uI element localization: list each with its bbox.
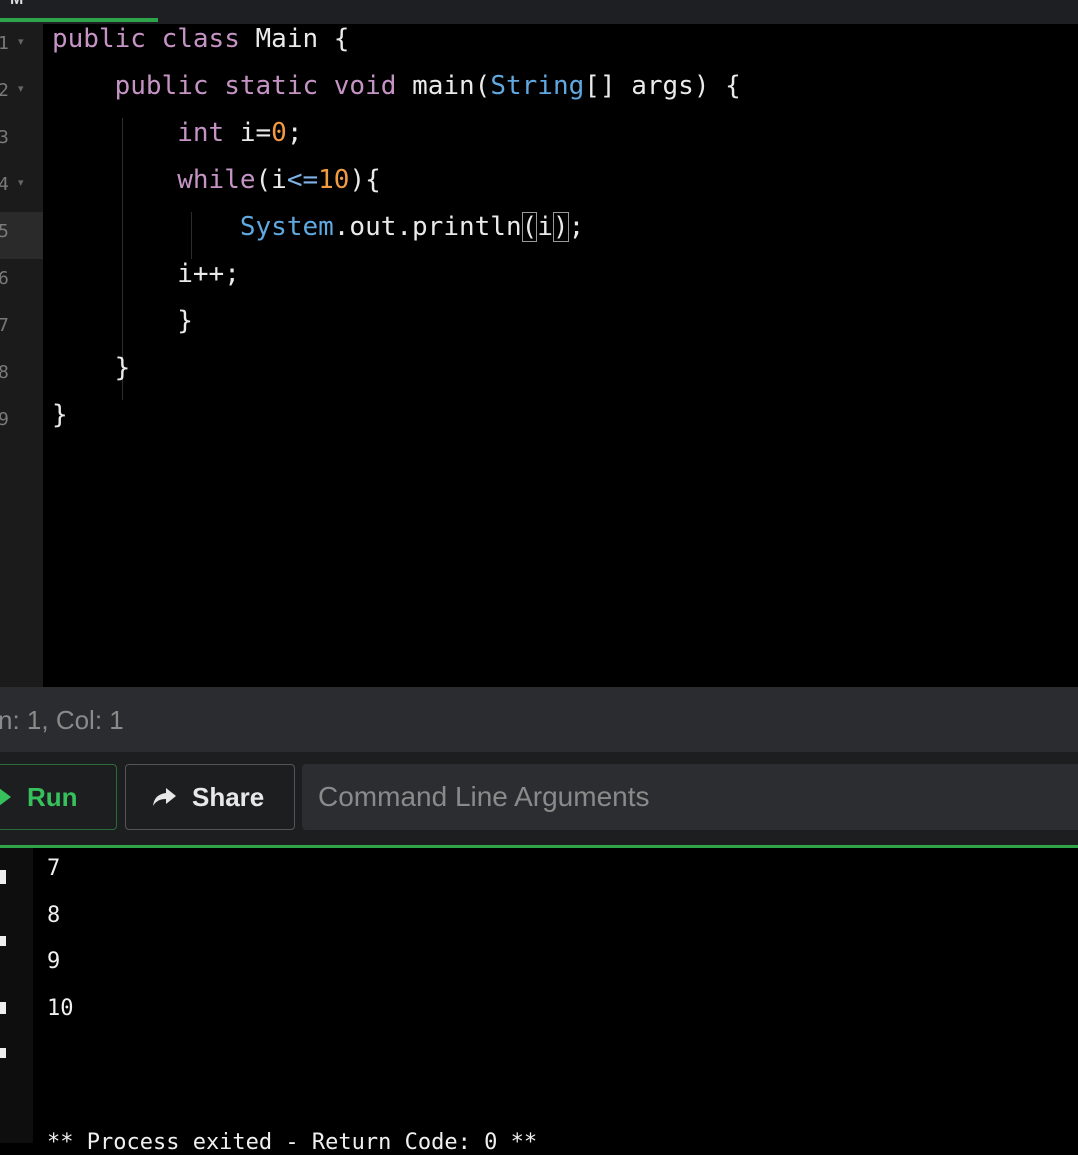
code-keyword: class — [161, 24, 240, 54]
output-line: 8 — [47, 903, 61, 928]
gutter-line: 6 — [0, 259, 43, 306]
line-number: 1 — [0, 33, 9, 54]
code-text: main( — [412, 71, 491, 101]
gutter-line: 3 — [0, 118, 43, 165]
code-text: i — [537, 212, 553, 242]
code-text: } — [114, 353, 131, 383]
code-line-5: System.out.println(i); — [52, 212, 584, 259]
play-icon — [0, 788, 11, 806]
output-line: 9 — [47, 949, 61, 974]
code-text: (i — [255, 165, 287, 195]
output-line: 10 — [47, 996, 74, 1021]
editor-status-bar: n: 1, Col: 1 — [0, 687, 1078, 752]
code-text: .out.println — [333, 212, 522, 242]
share-button[interactable]: Share — [125, 764, 295, 830]
cursor-position: n: 1, Col: 1 — [0, 705, 124, 735]
bracket-match: ) — [552, 212, 569, 242]
fold-arrow-icon[interactable]: ▾ — [18, 176, 24, 189]
line-number: 4 — [0, 174, 9, 195]
run-button-label: Run — [27, 781, 78, 812]
code-text: { — [333, 24, 350, 54]
command-line-arguments-input[interactable] — [302, 764, 1078, 830]
gutter-line: 4 ▾ — [0, 165, 43, 212]
code-text: i= — [239, 118, 272, 148]
code-keyword: int — [177, 118, 225, 148]
line-number: 6 — [0, 268, 9, 289]
gutter-line: 7 — [0, 306, 43, 353]
code-text: Main — [255, 24, 319, 54]
line-number-gutter: 1 ▾ 2 ▾ 3 4 ▾ 5 6 7 8 9 — [0, 24, 43, 687]
line-number: 8 — [0, 362, 9, 383]
bracket-match: ( — [521, 212, 538, 242]
gutter-line-active: 5 — [0, 212, 43, 259]
active-tab-indicator — [0, 18, 158, 22]
run-button[interactable]: Run — [0, 764, 117, 830]
gutter-marker — [0, 936, 6, 946]
code-text: } — [177, 306, 193, 336]
output-line: 7 — [47, 856, 61, 881]
run-toolbar: Run Share — [0, 752, 1078, 845]
code-number: 0 — [271, 118, 287, 148]
gutter-marker — [0, 1048, 6, 1058]
code-keyword: public — [114, 71, 209, 101]
code-line-7: } — [52, 306, 193, 353]
gutter-line: 1 ▾ — [0, 24, 43, 71]
code-class: String — [490, 71, 585, 101]
code-line-8: } — [52, 353, 131, 400]
tab-label[interactable]: M — [10, 0, 23, 9]
code-number: 10 — [318, 165, 350, 195]
tab-bar: M — [0, 0, 1078, 24]
code-text: ; — [568, 212, 585, 242]
code-line-1: public class Main { — [52, 24, 349, 71]
line-number: 5 — [0, 221, 9, 242]
gutter-line: 8 — [0, 353, 43, 400]
line-number: 2 — [0, 80, 9, 101]
line-number: 3 — [0, 127, 9, 148]
code-operator: <= — [286, 165, 319, 195]
code-text: [] args) { — [584, 71, 741, 101]
code-keyword: while — [177, 165, 256, 195]
gutter-marker — [0, 1002, 6, 1014]
code-text: i++; — [177, 259, 240, 289]
code-editor[interactable]: 1 ▾ 2 ▾ 3 4 ▾ 5 6 7 8 9 public class Mai… — [0, 24, 1078, 687]
code-keyword: static — [224, 71, 319, 101]
fold-arrow-icon[interactable]: ▾ — [18, 35, 24, 48]
code-keyword: public — [52, 24, 146, 54]
share-button-label: Share — [192, 781, 265, 812]
code-text: ){ — [349, 165, 381, 195]
code-line-9: } — [52, 400, 68, 447]
code-line-4: while(i<=10){ — [52, 165, 381, 212]
code-line-2: public static void main(String[] args) { — [52, 71, 741, 118]
code-line-6: i++; — [52, 259, 240, 306]
output-console: 7 8 9 10 ** Process exited - Return Code… — [0, 848, 1078, 1155]
gutter-line: 2 ▾ — [0, 71, 43, 118]
code-line-3: int i=0; — [52, 118, 302, 165]
line-number: 7 — [0, 315, 9, 336]
line-number: 9 — [0, 409, 9, 430]
output-gutter — [0, 848, 33, 1143]
code-keyword: void — [333, 71, 397, 101]
gutter-marker — [0, 870, 6, 884]
share-icon — [153, 788, 176, 806]
code-class: System — [239, 212, 334, 242]
fold-arrow-icon[interactable]: ▾ — [18, 82, 24, 95]
gutter-line: 9 — [0, 400, 43, 447]
code-text: } — [52, 400, 68, 430]
code-text: ; — [286, 118, 303, 148]
